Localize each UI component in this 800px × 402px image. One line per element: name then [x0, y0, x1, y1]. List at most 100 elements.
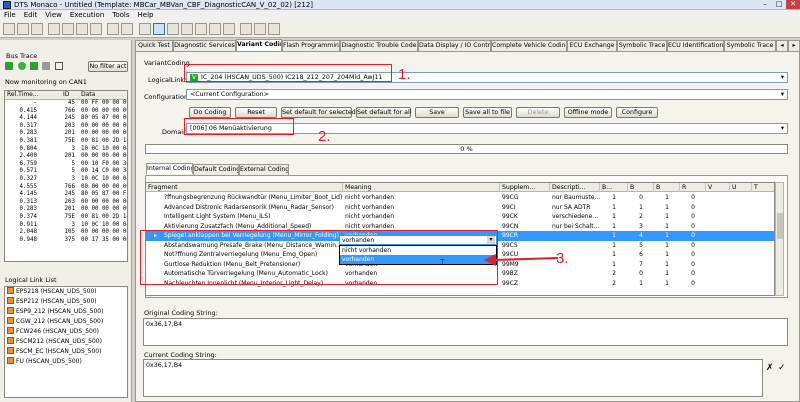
menu-help[interactable]: Help: [134, 10, 158, 20]
cell-description: verschiedene...: [552, 213, 599, 220]
cell-b1: 1: [612, 222, 616, 230]
grid-scrollbar[interactable]: [775, 182, 784, 296]
cell-b1: 1: [612, 203, 616, 211]
layout-icon-8[interactable]: [240, 23, 252, 35]
configuration-select[interactable]: <Current Configuration> ▾: [186, 89, 788, 100]
col-v[interactable]: V: [706, 183, 730, 192]
set-default-selected-button[interactable]: Set default for selected: [281, 107, 356, 118]
logical-link-label: EPS218 (HSCAN_UDS_500): [16, 288, 97, 295]
col-r[interactable]: R: [680, 183, 706, 192]
logical-link-item[interactable]: FCW246 (HSCAN_UDS_500): [5, 327, 127, 337]
tab-symbolic-trace[interactable]: Symbolic Trace: [617, 40, 667, 51]
tab-scroll-left-icon[interactable]: ◂: [776, 40, 788, 51]
tab-data-display[interactable]: Data Display / IO Control: [418, 40, 491, 51]
filter-button[interactable]: No filter act: [88, 61, 128, 72]
col-supplement[interactable]: Supplem...: [500, 183, 550, 192]
tab-external-coding[interactable]: External Coding: [239, 164, 289, 175]
filter-checkbox[interactable]: [55, 62, 63, 70]
clear-icon[interactable]: [42, 62, 50, 70]
ecu-icon: [7, 317, 14, 324]
tab-scroll-right-icon[interactable]: ▸: [788, 40, 800, 51]
col-b1[interactable]: B...: [600, 183, 628, 192]
do-coding-button[interactable]: Do Coding: [189, 107, 231, 118]
menu-file[interactable]: File: [0, 10, 20, 20]
start-trace-icon[interactable]: [5, 62, 13, 70]
minimize-icon[interactable]: –: [758, 0, 772, 9]
play-icon[interactable]: [30, 62, 38, 70]
reset-button[interactable]: Reset: [235, 107, 277, 118]
trace-row: 0.804 3 10 0C 10 00 04: [5, 146, 127, 154]
tab-variant-coding[interactable]: Variant Coding: [236, 39, 282, 51]
cell-description: nur Baumuste...: [552, 194, 600, 201]
tab-quick-test[interactable]: Quick Test: [135, 40, 173, 51]
configure-button[interactable]: Configure: [616, 107, 658, 118]
grid-row[interactable]: Advanced Distronic Radarsensorik (Menu_R…: [146, 203, 774, 213]
layout-icon-10[interactable]: [268, 23, 280, 35]
tab-symbolic-trace-2[interactable]: Symbolic Trace: [724, 40, 776, 51]
new-icon[interactable]: [3, 23, 15, 35]
col-t[interactable]: T: [752, 183, 774, 192]
menu-tools[interactable]: Tools: [108, 10, 133, 20]
offline-mode-button[interactable]: Offline mode: [564, 107, 612, 118]
layout-icon-2[interactable]: [153, 23, 165, 35]
layout-icon-1[interactable]: [139, 23, 151, 35]
scroll-thumb[interactable]: [777, 213, 783, 239]
set-default-all-button[interactable]: Set default for all: [356, 107, 412, 118]
col-u[interactable]: U: [730, 183, 752, 192]
maximize-icon[interactable]: □: [772, 0, 786, 9]
layout-icon-7[interactable]: [223, 23, 235, 35]
save-button[interactable]: Save: [415, 107, 459, 118]
layout-icon-9[interactable]: [254, 23, 266, 35]
cell-r: 0: [691, 222, 695, 230]
logical-link-item[interactable]: FSCM_EC (HSCAN_UDS_500): [5, 347, 127, 357]
tab-internal-coding[interactable]: Internal Coding: [146, 163, 193, 174]
confirm-icon[interactable]: ✓: [778, 363, 788, 373]
cut-icon[interactable]: [62, 23, 74, 35]
layout-icon-6[interactable]: [209, 23, 221, 35]
print-icon[interactable]: [48, 23, 60, 35]
tab-complete-vehicle-coding[interactable]: Complete Vehicle Coding: [491, 40, 567, 51]
undo-icon[interactable]: ✗: [766, 363, 776, 373]
save-icon[interactable]: [31, 23, 43, 35]
logical-link-item[interactable]: FSCM212 (HSCAN_UDS_500): [5, 337, 127, 347]
grid-row[interactable]: Intelligent Light System (Menu_ILS) nicht…: [146, 212, 774, 222]
logical-link-item[interactable]: FU (HSCAN_UDS_500): [5, 357, 127, 367]
tab-diagnostic-services[interactable]: Diagnostic Services: [173, 40, 236, 51]
tab-diagnostic-trouble-code[interactable]: Diagnostic Trouble Code: [340, 40, 418, 51]
col-meaning[interactable]: Meaning: [343, 183, 500, 192]
disconnect-icon[interactable]: [121, 23, 133, 35]
trace-id: 375: [64, 236, 75, 243]
menu-edit[interactable]: Edit: [20, 10, 42, 20]
col-description[interactable]: Descripti...: [550, 183, 600, 192]
trace-row: 0.911 3 10 0C 10 00 04: [5, 222, 127, 230]
record-icon[interactable]: [18, 62, 26, 70]
grid-row[interactable]: ?ffnungsbegrenzung Rückwandtür (Menu_Lim…: [146, 193, 774, 203]
menu-execution[interactable]: Execution: [66, 10, 108, 20]
cell-b1: 1: [612, 241, 616, 249]
logical-link-item[interactable]: CGW_212 (HSCAN_UDS_500): [5, 317, 127, 327]
menu-view[interactable]: View: [41, 10, 66, 20]
tab-flash-programming[interactable]: Flash Programming: [282, 40, 340, 51]
tab-ecu-identification[interactable]: ECU Identification: [667, 40, 724, 51]
open-icon[interactable]: [17, 23, 29, 35]
layout-icon-3[interactable]: [167, 23, 179, 35]
col-b2[interactable]: B: [628, 183, 654, 192]
logical-link-item[interactable]: ESP9_212 (HSCAN_UDS_500): [5, 307, 127, 317]
logical-link-item[interactable]: ESP212 (HSCAN_UDS_500): [5, 297, 127, 307]
layout-icon-4[interactable]: [181, 23, 193, 35]
tab-default-coding[interactable]: Default Coding: [193, 164, 239, 175]
copy-icon[interactable]: [76, 23, 88, 35]
paste-icon[interactable]: [90, 23, 102, 35]
col-fragment[interactable]: Fragment: [146, 183, 343, 192]
logical-link-item[interactable]: EPS218 (HSCAN_UDS_500): [5, 287, 127, 297]
connect-icon[interactable]: [107, 23, 119, 35]
close-icon[interactable]: ✕: [786, 0, 800, 9]
delete-button[interactable]: Delete: [516, 107, 560, 118]
col-b3[interactable]: B: [654, 183, 680, 192]
save-all-to-file-button[interactable]: Save all to file: [463, 107, 512, 118]
trace-id: 3: [71, 145, 76, 152]
trace-time: 0.374: [19, 213, 37, 220]
current-coding-string[interactable]: 0x36,17,B4: [143, 359, 763, 397]
layout-icon-5[interactable]: [195, 23, 207, 35]
tab-ecu-exchange[interactable]: ECU Exchange: [567, 40, 617, 51]
